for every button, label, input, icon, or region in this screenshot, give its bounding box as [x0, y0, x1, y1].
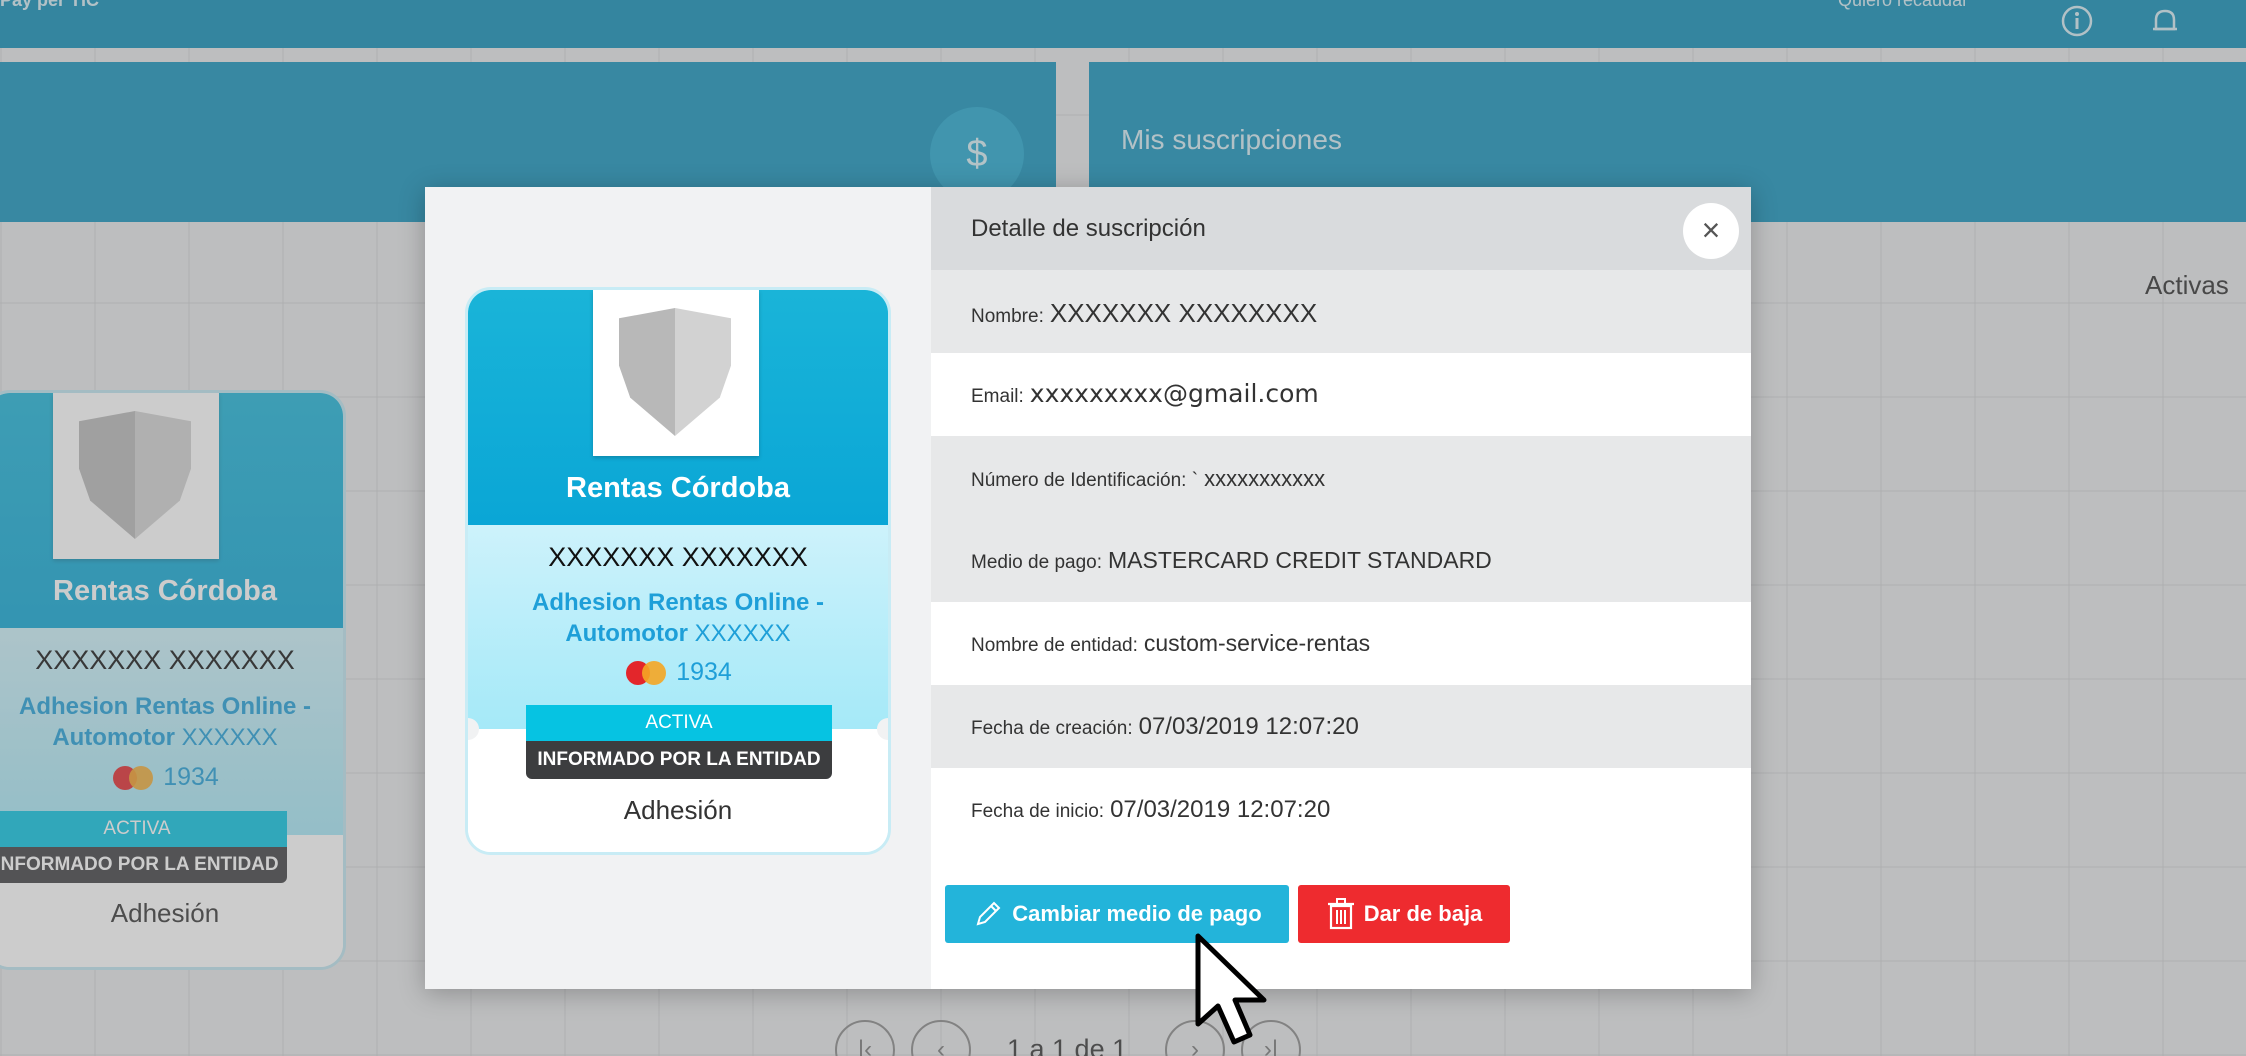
field-email-label: Email:	[971, 386, 1024, 407]
trash-icon	[1327, 898, 1354, 930]
field-entity: Nombre de entidad: custom-service-rentas	[931, 602, 1751, 685]
field-name-value: XXXXXXX XXXXXXXX	[1049, 298, 1318, 328]
field-name: Nombre: XXXXXXX XXXXXXXX	[931, 270, 1751, 353]
field-payment: Medio de pago: MASTERCARD CREDIT STANDARD	[931, 519, 1751, 602]
field-created-value: 07/03/2019 12:07:20	[1138, 713, 1359, 740]
field-payment-label: Medio de pago:	[971, 552, 1102, 573]
subscription-detail-modal: Rentas Córdoba XXXXXXX XXXXXXX Adhesion …	[425, 187, 1751, 989]
field-name-label: Nombre:	[971, 306, 1044, 327]
mastercard-icon	[624, 660, 668, 686]
field-created: Fecha de creación: 07/03/2019 12:07:20	[931, 685, 1751, 768]
detail-title: Detalle de suscripción	[971, 215, 1206, 242]
unsubscribe-button[interactable]: Dar de baja	[1298, 885, 1510, 943]
card-plan: Adhesion Rentas Online - Automotor XXXXX…	[468, 587, 888, 649]
card-last-digits: 1934	[676, 658, 732, 686]
field-id-value: xxxxxxxxxxx	[1204, 466, 1326, 491]
card-payment: 1934	[468, 658, 888, 687]
card-plan-ref: XXXXXX	[694, 620, 791, 647]
field-id: Número de Identificación: ` xxxxxxxxxxx	[931, 436, 1751, 519]
informed-badge: INFORMADO POR LA ENTIDAD	[526, 741, 832, 779]
field-payment-value: MASTERCARD CREDIT STANDARD	[1108, 547, 1492, 573]
card-plan-line2: Automotor	[565, 620, 688, 647]
unsubscribe-label: Dar de baja	[1363, 901, 1483, 926]
card-entity-name: Rentas Córdoba	[566, 472, 790, 504]
mouse-cursor-icon	[1194, 932, 1276, 1055]
pencil-icon	[976, 901, 1001, 926]
field-entity-value: custom-service-rentas	[1143, 630, 1371, 656]
status-badge: ACTIVA	[526, 705, 832, 741]
field-created-label: Fecha de creación:	[971, 718, 1133, 739]
card-holder-name: XXXXXXX XXXXXXX	[548, 542, 808, 572]
modal-card-panel: Rentas Córdoba XXXXXXX XXXXXXX Adhesion …	[425, 187, 931, 989]
close-icon[interactable]: ×	[1683, 203, 1739, 259]
field-start-value: 07/03/2019 12:07:20	[1110, 796, 1331, 823]
modal-subscription-card: Rentas Córdoba XXXXXXX XXXXXXX Adhesion …	[465, 287, 891, 855]
field-id-label: Número de Identificación: `	[971, 470, 1199, 491]
change-payment-label: Cambiar medio de pago	[1012, 901, 1262, 926]
field-start: Fecha de inicio: 07/03/2019 12:07:20	[931, 768, 1751, 851]
detail-header: Detalle de suscripción ×	[931, 187, 1751, 270]
field-email-value: xxxxxxxxx@gmail.com	[1029, 379, 1319, 408]
field-start-label: Fecha de inicio:	[971, 801, 1105, 822]
card-plan-line1: Adhesion Rentas Online -	[531, 589, 825, 616]
field-email: Email: xxxxxxxxx@gmail.com	[931, 353, 1751, 436]
entity-logo	[593, 290, 759, 456]
field-entity-label: Nombre de entidad:	[971, 635, 1138, 656]
shield-icon	[619, 308, 731, 436]
card-type: Adhesión	[623, 795, 733, 825]
